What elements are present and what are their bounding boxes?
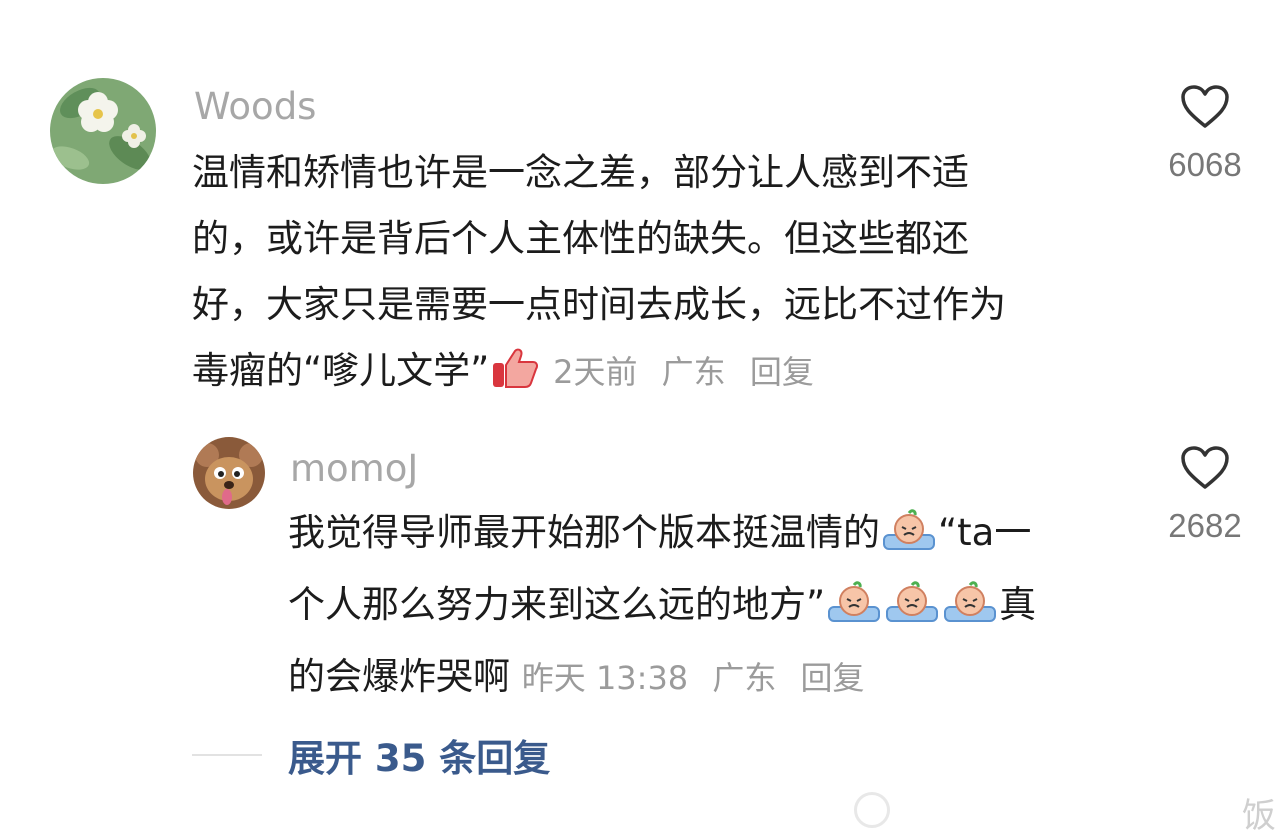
comment2-line-text: 真	[999, 583, 1037, 626]
expand-divider-line	[192, 754, 262, 756]
comment2-line-text: 个人那么努力来到这么远的地方”	[288, 583, 826, 626]
comment2-line-3: 的会爆炸哭啊 昨天 13:38 广东 回复	[288, 644, 1148, 711]
comment1-like-count: 6068	[1168, 146, 1242, 183]
comment2-username[interactable]: momoJ	[290, 450, 418, 487]
heart-icon	[1181, 85, 1229, 128]
avatar-woods[interactable]	[50, 78, 156, 184]
flower-avatar-image	[50, 78, 156, 184]
crying-emoji-icon	[943, 578, 997, 644]
comment1-reply-button[interactable]: 回复	[750, 353, 814, 391]
crying-emoji-icon	[882, 506, 936, 572]
comment1-like-button[interactable]: 6068	[1150, 84, 1260, 181]
expand-replies[interactable]: 展开 35 条回复	[192, 728, 550, 782]
comment1-line: 温情和矫情也许是一念之差，部分让人感到不适	[192, 151, 969, 194]
watermark: 饭	[854, 776, 1284, 836]
crying-emoji-icon	[827, 578, 881, 644]
expand-replies-button[interactable]: 展开 35 条回复	[288, 728, 550, 782]
comment2-line-text: “ta一	[938, 511, 1032, 554]
cartoon-mouse-avatar-image	[193, 437, 265, 509]
comment2-location: 广东	[712, 659, 777, 697]
comment2-reply-button[interactable]: 回复	[801, 659, 865, 697]
comment2-line-1: 我觉得导师最开始那个版本挺温情的 “ta一	[288, 500, 1148, 572]
watermark-logo-icon	[854, 792, 890, 828]
comment2-time: 昨天 13:38	[521, 659, 689, 697]
comment2-line-2: 个人那么努力来到这么远的地方” 真	[288, 572, 1148, 644]
comment1-text: 温情和矫情也许是一念之差，部分让人感到不适 的，或许是背后个人主体性的缺失。但这…	[192, 140, 1142, 410]
comment2-line-text: 我觉得导师最开始那个版本挺温情的	[288, 511, 880, 554]
comment1-location: 广东	[661, 353, 726, 391]
comment1-line: 的，或许是背后个人主体性的缺失。但这些都还	[192, 217, 969, 260]
crying-emoji-icon	[885, 578, 939, 644]
comment2-line-text: 的会爆炸哭啊	[288, 655, 510, 698]
comment1-line: 好，大家只是需要一点时间去成长，远比不过作为	[192, 283, 1006, 326]
heart-icon	[1181, 446, 1229, 489]
comment1-line: 毒瘤的“嗲儿文学”	[192, 349, 490, 392]
comment2-like-button[interactable]: 2682	[1150, 445, 1260, 542]
comment1-username[interactable]: Woods	[194, 88, 316, 125]
comment1-meta: 2天前 广东 回复	[553, 353, 828, 391]
comment1-last-line: 毒瘤的“嗲儿文学” 2天前 广东 回复	[192, 338, 1142, 410]
avatar-momoj[interactable]	[193, 437, 265, 509]
thumbs-up-icon	[491, 344, 539, 410]
watermark-text: 饭	[1242, 796, 1276, 836]
comment2-like-count: 2682	[1168, 507, 1242, 544]
comment2-text: 我觉得导师最开始那个版本挺温情的 “ta一 个人那么努力来到这么远的地方” 真 的会…	[288, 500, 1148, 711]
comment1-time: 2天前	[553, 353, 638, 391]
comment2-meta: 昨天 13:38 广东 回复	[522, 659, 879, 697]
